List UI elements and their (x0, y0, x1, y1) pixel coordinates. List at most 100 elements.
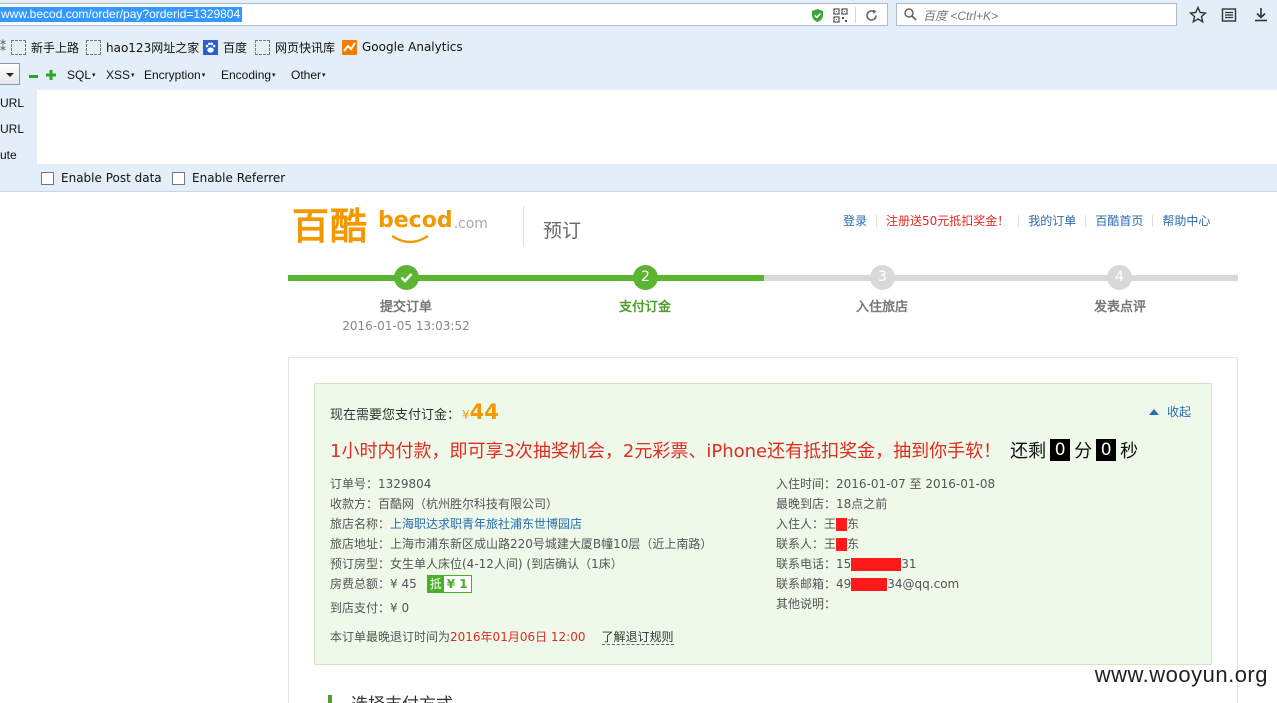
checkbox-box[interactable] (41, 171, 54, 185)
bookmark-label: 新手上路 (31, 40, 80, 55)
download-icon[interactable] (1252, 6, 1270, 24)
search-icon (904, 8, 917, 21)
hackbar-split-url-button[interactable]: URL (0, 122, 24, 136)
bookmarks-toolbar: ⁑ 新手上路 hao123网址之家 百度 网页快讯库 Google Analyt… (0, 30, 1277, 62)
hotel-address: 旅店地址：上海市浦东新区成山路220号城建大厦B幢10层（近上南路） (330, 537, 713, 551)
bookmark-label: 网页快讯库 (275, 40, 336, 55)
order-summary-box: 现在需要您支付订金： ¥ 44 收起 1小时内付款，即可享3次抽奖机会，2元彩票… (314, 383, 1212, 665)
enable-referrer-checkbox[interactable]: Enable Referrer (172, 171, 285, 185)
bookmark-item[interactable]: Google Analytics (342, 39, 463, 55)
bookmark-label: Google Analytics (362, 40, 463, 54)
logo-com-text: .com (453, 216, 488, 232)
star-icon[interactable] (1189, 6, 1207, 24)
hackbar-menu-sql[interactable]: SQL▾ (67, 68, 96, 82)
search-placeholder: 百度 <Ctrl+K> (923, 9, 999, 23)
section-marker (328, 694, 332, 703)
search-input[interactable]: 百度 <Ctrl+K> (896, 3, 1177, 26)
site-logo[interactable]: 百酷 becod .com (292, 204, 488, 250)
plus-icon[interactable] (46, 70, 56, 80)
payment-method-heading: 选择支付方式 (328, 690, 453, 703)
total-price-row: 房费总额：¥ 45 抵 ¥ 1 (330, 574, 712, 594)
redaction-mark (851, 577, 888, 591)
order-info-left: 订单号：1329804 收款方：百酷网（杭州胜尔科技有限公司） 旅店名称： 上海… (330, 474, 712, 618)
checkbox-box[interactable] (172, 171, 185, 185)
phone-label: 联系电话：15 (776, 557, 852, 571)
page-dashed-icon (255, 39, 270, 55)
cancel-rule-link[interactable]: 了解退订规则 (601, 630, 674, 645)
step-4-circle: 4 (1107, 265, 1132, 290)
page-section-title: 预订 (543, 220, 582, 242)
logo-smile-icon (391, 234, 429, 244)
guest-label: 入住人：王 (776, 517, 837, 531)
qr-code-icon[interactable] (833, 8, 848, 23)
header-divider (523, 206, 524, 246)
nav-login-link[interactable]: 登录 (843, 212, 867, 229)
analytics-icon (342, 39, 357, 55)
hackbar-menu-xss[interactable]: XSS▾ (106, 68, 135, 82)
hackbar-menu-other[interactable]: Other▾ (291, 68, 326, 82)
guest-row: 入住人：王 东 (776, 514, 995, 534)
hackbar-menu-encoding[interactable]: Encoding▾ (221, 68, 276, 82)
hackbar-options: Enable Post data Enable Referrer (0, 164, 1277, 192)
logo-cn-text: 百酷 (292, 205, 368, 248)
step-3-circle: 3 (870, 265, 895, 290)
nav-register-link[interactable]: 注册送50元抵扣奖金！ (886, 212, 1009, 229)
enable-post-data-checkbox[interactable]: Enable Post data (41, 171, 162, 185)
hackbar-load-url-button[interactable]: URL (0, 96, 24, 110)
hackbar-load-dropdown[interactable] (0, 63, 20, 85)
hotel-name-row: 旅店名称： 上海职达求职青年旅社浦东世博园店 (330, 514, 712, 534)
checkin-dates: 入住时间：2016-01-07 至 2016-01-08 (776, 477, 996, 491)
nav-home-link[interactable]: 百酷首页 (1095, 212, 1143, 229)
countdown-label: 还剩 (1010, 441, 1047, 462)
guest-tail: 东 (847, 517, 860, 531)
hackbar-execute-button[interactable]: ute (0, 148, 17, 162)
deduct-value: ¥ 1 (446, 577, 468, 591)
nav-help-link[interactable]: 帮助中心 (1162, 212, 1210, 229)
countdown-minutes: 0 (1050, 439, 1071, 461)
deduct-badge: 抵 ¥ 1 (426, 575, 472, 593)
hackbar-url-textarea[interactable] (37, 90, 1277, 164)
promo-line: 1小时内付款，即可享3次抽奖机会，2元彩票、iPhone还有抵扣奖金，抽到你手软… (330, 437, 1138, 463)
browser-toolbar: www.becod.com/order/pay?orderid=1329804 … (0, 0, 1277, 30)
checkbox-label: Enable Referrer (192, 171, 286, 185)
url-text[interactable]: www.becod.com/order/pay?orderid=1329804 (0, 7, 243, 22)
room-type: 预订房型：女生单人床位(4-12人间) (到店确认（1床） (330, 557, 623, 571)
chevron-down-icon (6, 73, 14, 77)
email-row: 联系邮箱：49 34@qq.com (776, 574, 995, 594)
bookmark-item[interactable]: 百度 (203, 39, 247, 55)
phone-tail: 31 (901, 557, 917, 571)
step-1-check-icon (394, 265, 419, 290)
order-info-right: 入住时间：2016-01-07 至 2016-01-08 最晚到店：18点之前 … (776, 474, 995, 614)
nav-my-orders-link[interactable]: 我的订单 (1028, 212, 1076, 229)
reading-list-icon[interactable] (1220, 6, 1238, 24)
step-2-label: 支付订金 (618, 300, 671, 315)
redaction-mark (851, 557, 902, 571)
email-label: 联系邮箱：49 (776, 577, 852, 591)
nav-separator (876, 214, 878, 227)
bookmark-overflow-icon[interactable]: ⁑ (0, 39, 6, 55)
redaction-mark (836, 517, 848, 531)
checkbox-label: Enable Post data (61, 171, 162, 185)
countdown-second-unit: 秒 (1120, 441, 1139, 462)
deposit-label: 现在需要您支付订金： (330, 408, 461, 423)
step-progress-done (288, 275, 764, 281)
cancel-deadline: 本订单最晚退订时间为2016年01月06日 12:00 了解退订规则 (330, 628, 674, 645)
collapse-button[interactable]: 收起 (1148, 403, 1191, 420)
contact-tail: 东 (847, 537, 860, 551)
step-1-label: 提交订单 (379, 300, 432, 315)
step-1-time: 2016-01-05 13:03:52 (342, 319, 470, 333)
step-2-circle: 2 (633, 265, 658, 290)
hotel-name-link[interactable]: 上海职达求职青年旅社浦东世博园店 (390, 514, 582, 534)
bookmark-item[interactable]: hao123网址之家 (86, 39, 199, 55)
bookmark-item[interactable]: 网页快讯库 (255, 39, 335, 55)
reload-icon[interactable] (864, 8, 879, 23)
contact-label: 联系人：王 (776, 537, 837, 551)
hackbar-menu-encryption[interactable]: Encryption▾ (144, 68, 205, 82)
shield-icon[interactable] (810, 8, 825, 23)
address-bar[interactable]: www.becod.com/order/pay?orderid=1329804 (0, 3, 888, 26)
minus-icon[interactable] (29, 72, 38, 81)
bookmark-item[interactable]: 新手上路 (11, 39, 79, 55)
order-number: 订单号：1329804 (330, 477, 432, 491)
payee: 收款方：百酷网（杭州胜尔科技有限公司） (330, 497, 559, 511)
promo-text: 1小时内付款，即可享3次抽奖机会，2元彩票、iPhone还有抵扣奖金，抽到你手软… (330, 441, 1002, 462)
